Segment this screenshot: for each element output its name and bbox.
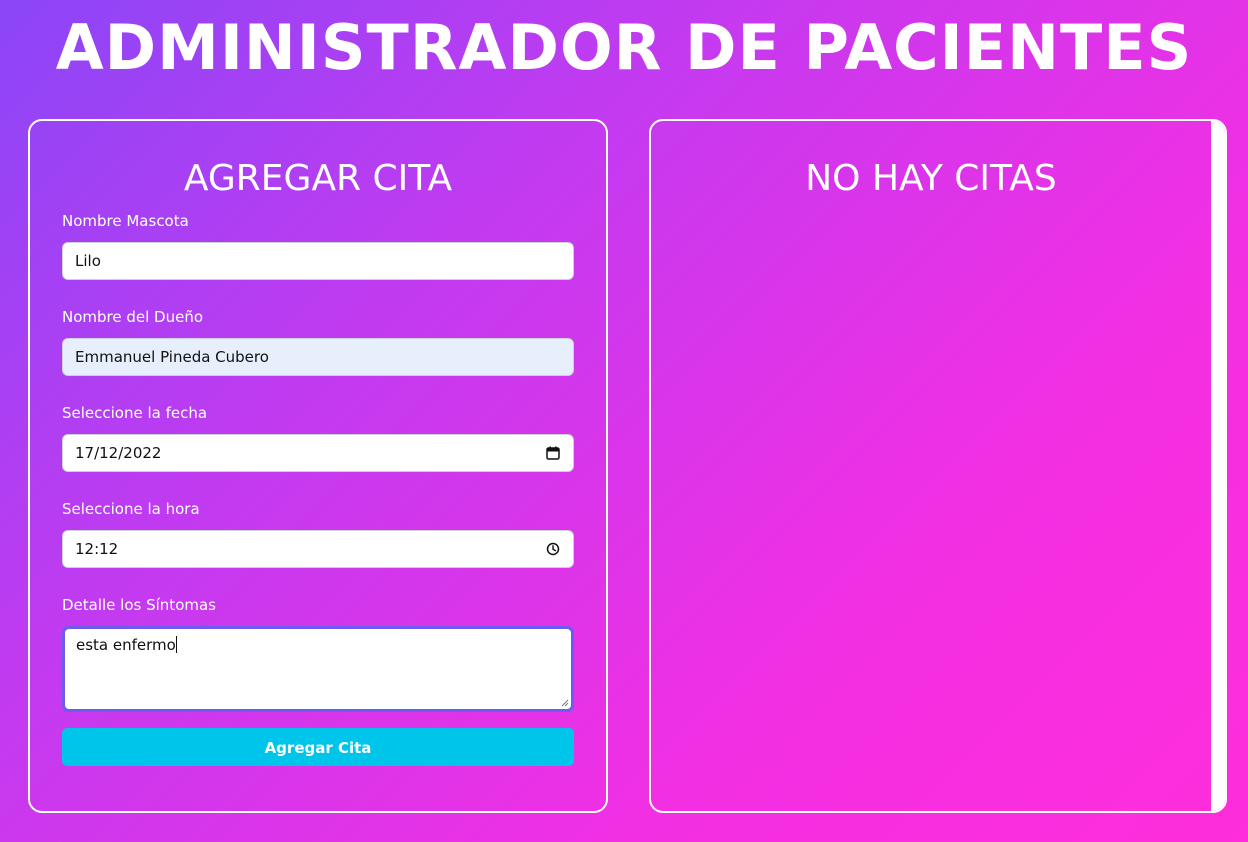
calendar-icon[interactable] — [546, 446, 560, 460]
time-input[interactable]: 12:12 — [62, 530, 574, 568]
text-caret — [175, 636, 177, 653]
symptoms-label: Detalle los Síntomas — [62, 596, 216, 614]
resize-handle-icon[interactable] — [561, 699, 569, 707]
page-title: ADMINISTRADOR DE PACIENTES — [55, 11, 1193, 84]
time-label: Seleccione la hora — [62, 500, 200, 518]
appointments-panel: NO HAY CITAS — [649, 119, 1227, 813]
pet-name-label: Nombre Mascota — [62, 212, 189, 230]
appointment-form: Nombre Mascota Lilo Nombre del Dueño Emm… — [62, 211, 574, 766]
add-appointment-button[interactable]: Agregar Cita — [62, 728, 574, 766]
symptoms-textarea[interactable]: esta enfermo — [62, 626, 574, 712]
date-value: 17/12/2022 — [75, 444, 162, 462]
owner-name-label: Nombre del Dueño — [62, 308, 204, 326]
clock-icon[interactable] — [546, 542, 560, 556]
time-value: 12:12 — [75, 540, 119, 558]
owner-name-input[interactable]: Emmanuel Pineda Cubero — [62, 338, 574, 376]
add-appointment-panel: AGREGAR CITA Nombre Mascota Lilo Nombre … — [28, 119, 608, 813]
date-label: Seleccione la fecha — [62, 404, 208, 422]
pet-name-value: Lilo — [75, 252, 101, 270]
appointments-scrollbar[interactable] — [1211, 121, 1225, 811]
pet-name-input[interactable]: Lilo — [62, 242, 574, 280]
no-appointments-heading: NO HAY CITAS — [805, 158, 1057, 199]
date-input[interactable]: 17/12/2022 — [62, 434, 574, 472]
add-appointment-heading: AGREGAR CITA — [183, 158, 453, 199]
owner-name-value: Emmanuel Pineda Cubero — [75, 348, 269, 366]
symptoms-value: esta enfermo — [76, 636, 176, 654]
